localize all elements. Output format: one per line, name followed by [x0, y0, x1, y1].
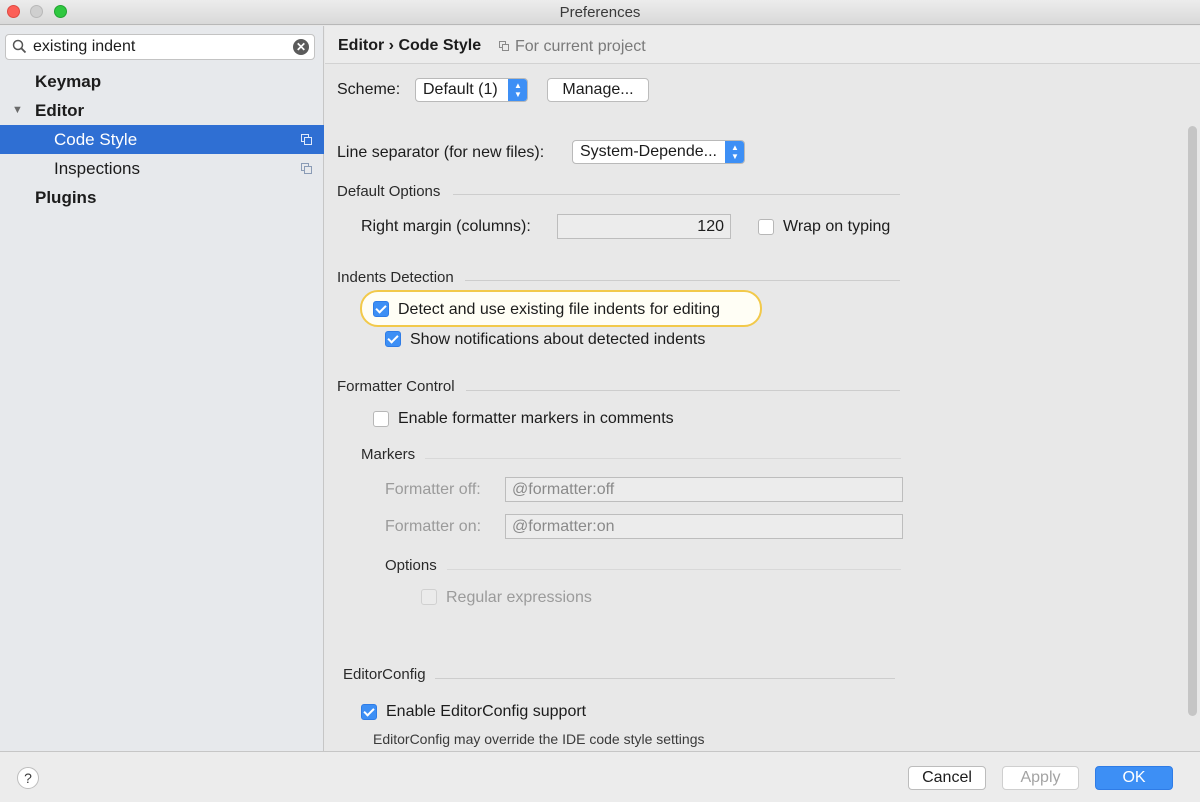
sidebar-item-label: Inspections	[54, 159, 140, 178]
search-icon	[12, 39, 27, 54]
show-notifications-checkbox[interactable]	[385, 331, 401, 347]
right-margin-input[interactable]: 120	[557, 214, 731, 239]
sidebar-item-editor[interactable]: ▼ Editor	[0, 96, 324, 125]
sidebar-item-keymap[interactable]: Keymap	[0, 67, 324, 96]
dialog-footer: ? Cancel Apply OK	[0, 751, 1200, 802]
scheme-value: Default (1)	[423, 81, 498, 98]
show-notifications-label[interactable]: Show notifications about detected indent…	[410, 331, 705, 349]
regular-expressions-checkbox[interactable]	[421, 589, 437, 605]
line-separator-value: System-Depende...	[580, 143, 717, 160]
help-button[interactable]: ?	[17, 767, 39, 789]
enable-formatter-markers-checkbox[interactable]	[373, 411, 389, 427]
divider	[447, 569, 901, 570]
window-title: Preferences	[559, 4, 641, 21]
search-box[interactable]: ✕	[5, 34, 315, 60]
code-style-panel: Editor › Code Style For current project …	[325, 26, 1200, 751]
formatter-off-label: Formatter off:	[385, 481, 481, 498]
indents-detection-title: Indents Detection	[337, 269, 454, 286]
manage-button[interactable]: Manage...	[547, 78, 649, 102]
apply-button[interactable]: Apply	[1002, 766, 1079, 790]
settings-sidebar: ✕ Keymap ▼ Editor Code Style Inspections…	[0, 26, 324, 751]
regular-expressions-label[interactable]: Regular expressions	[446, 589, 592, 607]
sidebar-item-label: Keymap	[35, 72, 102, 91]
formatter-control-title: Formatter Control	[337, 378, 455, 395]
enable-editorconfig-label[interactable]: Enable EditorConfig support	[386, 703, 586, 721]
expand-arrow-icon[interactable]: ▼	[12, 96, 23, 125]
detect-indents-label[interactable]: Detect and use existing file indents for…	[398, 301, 720, 319]
divider	[425, 458, 901, 459]
default-options-title: Default Options	[337, 183, 441, 200]
sidebar-item-label: Plugins	[35, 188, 97, 207]
formatter-on-label: Formatter on:	[385, 518, 482, 535]
enable-formatter-markers-label[interactable]: Enable formatter markers in comments	[398, 410, 674, 428]
divider	[465, 280, 900, 281]
search-input[interactable]	[33, 37, 283, 57]
title-bar: Preferences	[0, 0, 1200, 25]
sidebar-item-label: Code Style	[54, 130, 138, 149]
markers-title: Markers	[361, 446, 416, 463]
wrap-on-typing-checkbox[interactable]	[758, 219, 774, 235]
project-scope-icon	[301, 134, 312, 145]
wrap-on-typing-label[interactable]: Wrap on typing	[783, 218, 890, 236]
right-margin-label: Right margin (columns):	[361, 218, 531, 235]
project-scope-icon	[301, 163, 312, 174]
formatter-on-input[interactable]: @formatter:on	[505, 514, 903, 539]
sidebar-item-label: Editor	[35, 101, 85, 120]
line-separator-label: Line separator (for new files):	[337, 144, 545, 161]
vertical-scrollbar[interactable]	[1188, 126, 1197, 716]
ok-button[interactable]: OK	[1095, 766, 1173, 790]
line-separator-select[interactable]: System-Depende... ▲ ▼	[572, 140, 745, 164]
divider	[435, 678, 895, 679]
scope-label: For current project	[515, 38, 646, 55]
divider	[453, 194, 900, 195]
updown-arrows-icon: ▲ ▼	[508, 79, 527, 101]
cancel-button[interactable]: Cancel	[908, 766, 986, 790]
editorconfig-note: EditorConfig may override the IDE code s…	[373, 731, 705, 747]
scheme-select[interactable]: Default (1) ▲ ▼	[415, 78, 528, 102]
sidebar-item-inspections[interactable]: Inspections	[0, 154, 324, 183]
sidebar-item-code-style[interactable]: Code Style	[0, 125, 324, 154]
project-scope-icon	[499, 41, 509, 51]
panel-header: Editor › Code Style For current project	[325, 26, 1200, 64]
formatter-off-input[interactable]: @formatter:off	[505, 477, 903, 502]
sidebar-item-plugins[interactable]: Plugins	[0, 183, 324, 212]
enable-editorconfig-checkbox[interactable]	[361, 704, 377, 720]
divider	[466, 390, 900, 391]
options-title: Options	[385, 557, 437, 574]
breadcrumb: Editor › Code Style	[338, 37, 482, 54]
editorconfig-title: EditorConfig	[343, 666, 426, 683]
updown-arrows-icon: ▲ ▼	[725, 141, 744, 163]
detect-indents-checkbox[interactable]	[373, 301, 389, 317]
scheme-label: Scheme:	[337, 81, 401, 98]
clear-search-icon[interactable]: ✕	[293, 39, 309, 55]
